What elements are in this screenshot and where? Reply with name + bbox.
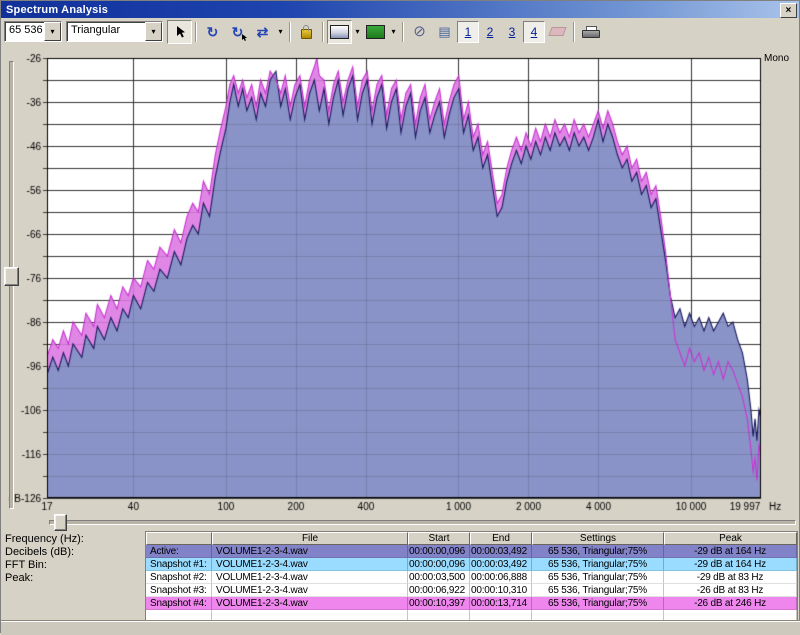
toolbar-separator	[289, 21, 291, 42]
chevron-down-icon: ▾	[278, 27, 283, 36]
refresh-button[interactable]: ↻	[200, 20, 225, 44]
title-bar: Spectrum Analysis ×	[1, 1, 799, 18]
toolbar: 65 536 ▾ Triangular ▾ ↻ ↻ ⇄ ▾ ▾ ▾ ⊘ ▤ 1 …	[1, 18, 799, 45]
print-button[interactable]	[578, 20, 603, 44]
grid-panel-icon: ▤	[438, 24, 451, 39]
channel-label: Mono	[764, 53, 790, 64]
eraser-icon	[548, 27, 567, 36]
graph-display-dropdown[interactable]: ▾	[352, 21, 363, 43]
snapshot-1-button[interactable]: 1	[457, 20, 479, 43]
fft-bin-readout-label: FFT Bin:	[5, 559, 47, 571]
combo-arrow-icon[interactable]: ▾	[145, 22, 162, 41]
readout-panel: Frequency (Hz): Decibels (dB): FFT Bin: …	[1, 531, 144, 621]
lock-button[interactable]	[294, 20, 319, 44]
decibels-readout-label: Decibels (dB):	[5, 546, 75, 558]
normal-display-button[interactable]	[167, 19, 192, 44]
snapshot-list-button[interactable]: ▤	[432, 20, 457, 44]
close-button[interactable]: ×	[780, 3, 797, 18]
erase-snapshot-button[interactable]	[545, 20, 570, 44]
freq-scroll-track[interactable]	[49, 520, 796, 525]
table-row-snapshot-1[interactable]: Snapshot #1: VOLUME1-2-3-4.wav 00:00:00,…	[146, 558, 797, 571]
toolbar-separator	[195, 21, 197, 42]
combo-arrow-icon[interactable]: ▾	[44, 22, 61, 41]
header-end: End	[470, 532, 532, 545]
fft-size-value: 65 536	[9, 24, 43, 36]
spectrum-analysis-window: { "window": { "title": "Spectrum Analysi…	[0, 0, 800, 635]
table-row-snapshot-2[interactable]: Snapshot #2: VOLUME1-2-3-4.wav 00:00:03,…	[146, 571, 797, 584]
status-panel: Frequency (Hz): Decibels (dB): FFT Bin: …	[1, 531, 800, 635]
header-start: Start	[408, 532, 470, 545]
table-row-snapshot-4[interactable]: Snapshot #4: VOLUME1-2-3-4.wav 00:00:10,…	[146, 597, 797, 610]
frequency-readout-label: Frequency (Hz):	[5, 533, 84, 545]
sync-dropdown[interactable]: ▾	[275, 21, 286, 43]
graph-display-button[interactable]	[327, 19, 352, 44]
refresh-icon: ↻	[206, 23, 219, 40]
table-row-snapshot-3[interactable]: Snapshot #3: VOLUME1-2-3-4.wav 00:00:06,…	[146, 584, 797, 597]
db-zoom-slider-thumb[interactable]	[4, 267, 19, 286]
fft-size-select[interactable]: 65 536 ▾	[4, 21, 62, 42]
peak-readout-label: Peak:	[5, 572, 34, 584]
snapshot-2-button[interactable]: 2	[479, 21, 501, 43]
lock-icon	[301, 25, 312, 39]
printer-icon	[582, 25, 600, 38]
cancel-circle-icon: ⊘	[413, 23, 426, 40]
sonogram-dropdown[interactable]: ▾	[388, 21, 399, 43]
snapshot-4-button[interactable]: 4	[523, 20, 545, 43]
mini-cursor-icon	[242, 33, 247, 41]
graph-display-icon	[330, 24, 349, 39]
close-icon: ×	[785, 4, 792, 16]
disable-overlay-button[interactable]: ⊘	[407, 20, 432, 44]
toolbar-separator	[573, 21, 575, 42]
spectrum-chart: Mono	[1, 45, 800, 531]
toolbar-separator	[322, 21, 324, 42]
header-file: File	[212, 532, 408, 545]
sync-button[interactable]: ⇄	[250, 20, 275, 44]
header-peak: Peak	[664, 532, 797, 545]
window-type-value: Triangular	[71, 24, 121, 36]
freq-scroll-thumb[interactable]	[54, 514, 67, 531]
spectrum-plot[interactable]	[1, 45, 800, 531]
chevron-down-icon: ▾	[391, 27, 396, 36]
table-row-active[interactable]: Active: VOLUME1-2-3-4.wav 00:00:00,096 0…	[146, 545, 797, 558]
sonogram-display-button[interactable]	[363, 20, 388, 44]
cursor-icon	[176, 25, 185, 37]
sonogram-icon	[366, 24, 385, 39]
chevron-down-icon: ▾	[355, 27, 360, 36]
header-row-label	[146, 532, 212, 545]
header-settings: Settings	[532, 532, 664, 545]
toolbar-separator	[402, 21, 404, 42]
window-type-select[interactable]: Triangular ▾	[66, 21, 163, 42]
snapshot-3-button[interactable]: 3	[501, 21, 523, 43]
table-header: File Start End Settings Peak	[146, 532, 797, 545]
sync-arrows-icon: ⇄	[256, 23, 269, 40]
snapshot-table: File Start End Settings Peak Active: VOL…	[145, 531, 798, 623]
window-title: Spectrum Analysis	[6, 3, 109, 16]
auto-refresh-button[interactable]: ↻	[225, 20, 250, 44]
